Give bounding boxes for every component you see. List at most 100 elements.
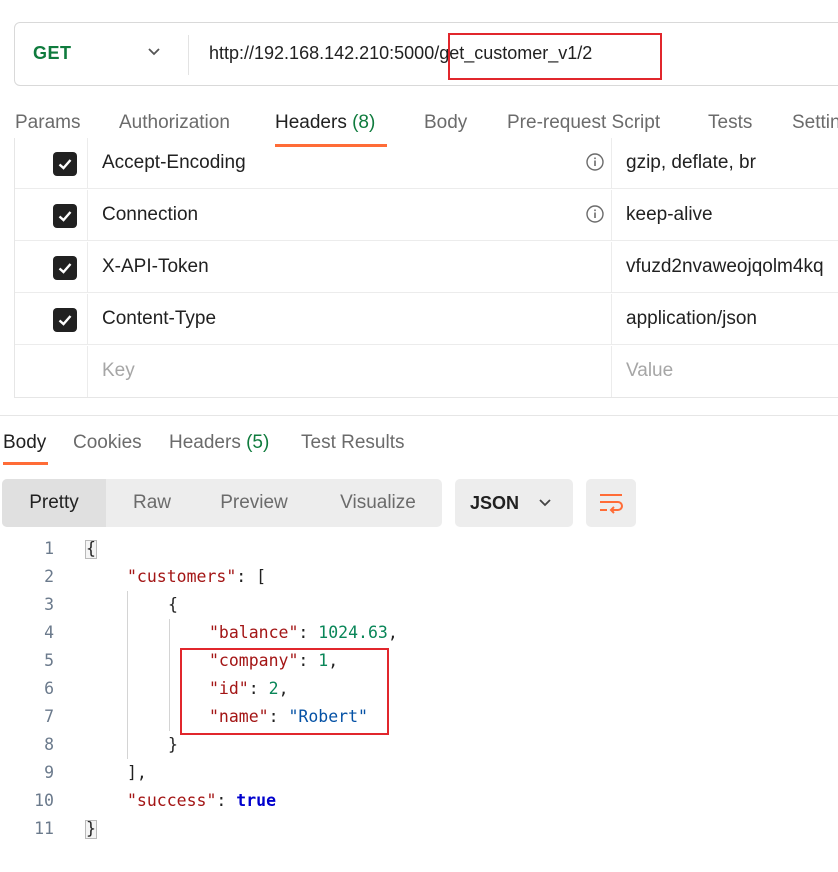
checkbox-cell <box>15 138 88 188</box>
header-key[interactable]: X-API-Token <box>102 256 209 278</box>
checkbox-cell <box>15 242 88 292</box>
header-enabled-checkbox[interactable] <box>53 256 77 280</box>
header-key[interactable]: Content-Type <box>102 308 216 330</box>
header-value[interactable]: keep-alive <box>626 204 713 226</box>
tab-body-label: Body <box>424 112 468 133</box>
column-divider <box>611 242 612 292</box>
response-tab-headers-count: (5) <box>246 432 270 453</box>
code-text: } <box>168 731 178 759</box>
tab-params[interactable]: Params <box>15 112 80 134</box>
tab-pre-request-script-label: Pre-request Script <box>507 112 661 133</box>
tab-body[interactable]: Body <box>424 112 467 134</box>
response-tab-body-label: Body <box>3 432 47 453</box>
code-line: 9], <box>0 759 838 787</box>
line-number: 1 <box>44 539 54 558</box>
tab-authorization-label: Authorization <box>119 112 230 133</box>
request-url-bar: GET http://192.168.142.210:5000/get_cust… <box>14 22 838 86</box>
code-text: ], <box>127 759 147 787</box>
new-header-key-input[interactable]: Key <box>102 360 135 382</box>
response-divider <box>0 415 838 416</box>
column-divider <box>611 346 612 397</box>
tab-authorization[interactable]: Authorization <box>119 112 230 134</box>
line-number: 11 <box>34 819 54 838</box>
format-dropdown[interactable]: JSON <box>455 479 573 527</box>
check-icon <box>58 211 72 222</box>
line-number: 9 <box>44 763 54 782</box>
header-value[interactable]: vfuzd2nvaweojqolm4kq <box>626 256 824 278</box>
check-icon <box>58 159 72 170</box>
response-body-viewer[interactable]: 1{2 "customers": [3{4 "balance": 1024.63, 5… <box>0 535 838 855</box>
tab-pre-request-script[interactable]: Pre-request Script <box>507 112 660 134</box>
line-number: 2 <box>44 567 54 586</box>
view-pretty-button[interactable]: Pretty <box>2 479 106 527</box>
chevron-down-icon <box>539 499 551 507</box>
tab-headers[interactable]: Headers (8) <box>275 112 375 134</box>
header-enabled-checkbox[interactable] <box>53 152 77 176</box>
tab-headers-count: (8) <box>352 112 376 133</box>
code-token: , <box>387 623 398 642</box>
code-token: { <box>86 539 96 558</box>
tab-tests-label: Tests <box>708 112 753 133</box>
header-value[interactable]: gzip, deflate, br <box>626 152 756 174</box>
checkbox-cell <box>15 346 88 397</box>
response-tab-cookies-label: Cookies <box>73 432 142 453</box>
code-line: 4 "balance": 1024.63, <box>0 619 838 647</box>
code-token: : [ <box>236 567 267 586</box>
code-token: "balance" <box>209 623 299 642</box>
code-text: } <box>86 815 96 843</box>
response-fields-highlight-box <box>180 648 389 735</box>
header-key[interactable]: Connection <box>102 204 198 226</box>
code-line: 1{ <box>0 535 838 563</box>
tab-headers-label: Headers <box>275 112 347 133</box>
response-tab-headers[interactable]: Headers (5) <box>169 432 269 454</box>
view-raw-button[interactable]: Raw <box>106 479 198 527</box>
tab-params-label: Params <box>15 112 81 133</box>
code-token: : <box>216 791 237 810</box>
line-number: 4 <box>44 623 54 642</box>
column-divider <box>611 294 612 344</box>
new-header-value-input[interactable]: Value <box>626 360 673 382</box>
url-path-highlight-box <box>448 33 662 80</box>
header-value[interactable]: application/json <box>626 308 757 330</box>
code-text: "balance": 1024.63, <box>209 619 398 647</box>
code-token: } <box>86 819 96 838</box>
check-icon <box>58 263 72 274</box>
info-icon[interactable] <box>585 152 605 172</box>
line-number: 8 <box>44 735 54 754</box>
response-tab-body[interactable]: Body <box>3 432 46 454</box>
view-visualize-button[interactable]: Visualize <box>316 479 440 527</box>
code-token: } <box>168 735 178 754</box>
header-enabled-checkbox[interactable] <box>53 308 77 332</box>
code-token: ], <box>127 763 147 782</box>
line-number: 7 <box>44 707 54 726</box>
header-enabled-checkbox[interactable] <box>53 204 77 228</box>
code-text: { <box>86 535 96 563</box>
response-tab-cookies[interactable]: Cookies <box>73 432 142 454</box>
header-row: Content-Type application/json <box>15 294 838 345</box>
column-divider <box>611 190 612 240</box>
code-line: 10 "success": true <box>0 787 838 815</box>
header-row: X-API-Token vfuzd2nvaweojqolm4kq <box>15 242 838 293</box>
code-line: 6 "id": 2, <box>0 675 838 703</box>
code-line: 11} <box>0 815 838 843</box>
code-token: "customers" <box>127 567 237 586</box>
code-text: "customers": [ <box>127 563 266 591</box>
response-tab-test-results[interactable]: Test Results <box>301 432 404 454</box>
code-line: 5 "company": 1, <box>0 647 838 675</box>
header-row: Connection keep-alive <box>15 190 838 241</box>
text-wrap-button[interactable] <box>586 479 636 527</box>
response-active-tab-indicator <box>3 462 48 465</box>
method-selector[interactable]: GET <box>33 43 72 64</box>
code-token: : <box>298 623 319 642</box>
code-token: 1024.63 <box>318 623 388 642</box>
tab-tests[interactable]: Tests <box>708 112 752 134</box>
checkbox-cell <box>15 294 88 344</box>
tab-settings[interactable]: Settin <box>792 112 838 134</box>
view-preview-button[interactable]: Preview <box>198 479 310 527</box>
header-key[interactable]: Accept-Encoding <box>102 152 246 174</box>
info-icon[interactable] <box>585 204 605 224</box>
chevron-down-icon[interactable] <box>143 41 165 63</box>
line-number: 5 <box>44 651 54 670</box>
line-number: 10 <box>34 791 54 810</box>
checkbox-cell <box>15 190 88 240</box>
